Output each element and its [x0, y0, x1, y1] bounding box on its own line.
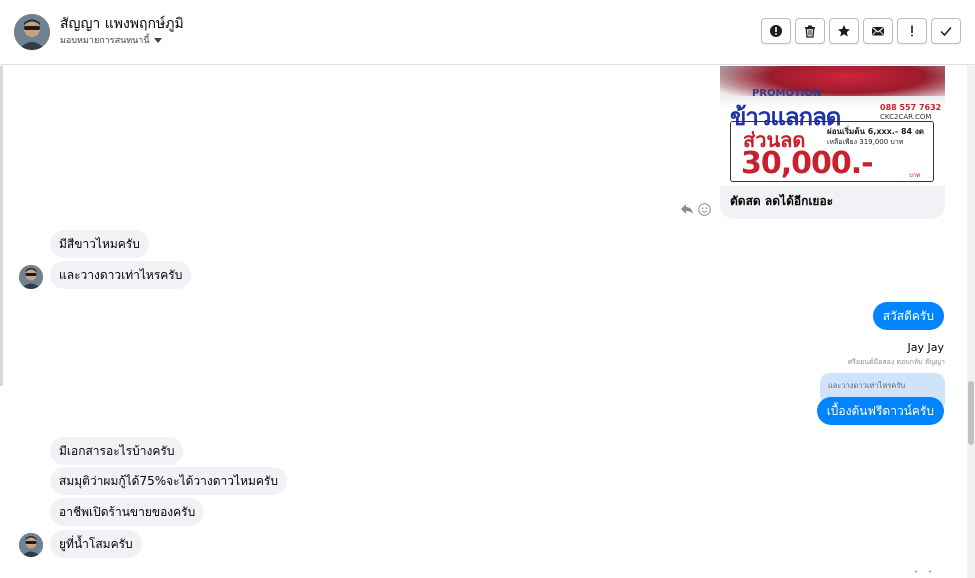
promo-website: CKC2CAR.COM: [880, 113, 932, 121]
promo-amount: 30,000.-: [741, 146, 874, 181]
promo-phone: 088 557 7632: [880, 103, 942, 112]
promo-unit: บาท: [909, 172, 921, 179]
contact-avatar-small: [19, 533, 43, 557]
message-scrollbar[interactable]: [967, 66, 975, 578]
mark-unread-button[interactable]: [863, 18, 893, 44]
left-divider: [0, 66, 3, 386]
exclamation-icon: [911, 25, 913, 37]
alert-button[interactable]: [761, 18, 791, 44]
incoming-message[interactable]: สมมุติว่าผมกู้ได้75%จะได้วางดาวไหมครับ: [50, 467, 287, 495]
conversation-header: สัญญา แพงพฤกษ์ภูมิ มอบหมายการสนทนานี้: [0, 0, 975, 65]
reply-sender-name: Jay Jay: [907, 341, 945, 354]
reply-note: ศรีอยนต์มือสอง ตอบกลับ สัญญา: [847, 358, 945, 366]
assign-label: มอบหมายการสนทนานี้: [60, 36, 150, 46]
trash-icon: [805, 25, 815, 38]
reply-icon[interactable]: [680, 203, 694, 215]
contact-name: สัญญา แพงพฤกษ์ภูมิ: [60, 16, 184, 32]
promo-caption: ตัดสด ลดได้อีกเยอะ: [730, 194, 834, 208]
done-button[interactable]: [931, 18, 961, 44]
reply-message[interactable]: เบื้องต้นฟรีดาวน์ครับ: [816, 397, 944, 425]
incoming-message[interactable]: อาชีพเปิดร้านขายของครับ: [50, 498, 205, 526]
contact-avatar-small: [19, 265, 43, 289]
scrollbar-thumb[interactable]: [968, 381, 974, 445]
assign-conversation[interactable]: มอบหมายการสนทนานี้: [60, 33, 162, 47]
conversation-toolbar: [761, 18, 961, 44]
outgoing-message[interactable]: สวัสดีครับ: [872, 302, 944, 330]
seen-marker-icon: [915, 570, 931, 573]
promo-discount-box: ส่วนลด ผ่อนเริ่มต้น 6,xxx.- 84 งด เหลือเ…: [730, 121, 934, 182]
incoming-message[interactable]: ยูที่น้ำโสมครับ: [50, 530, 142, 558]
promo-image-message[interactable]: PROMOTION ข้าวแลกลด 088 557 7632 CKC2CAR…: [720, 66, 945, 219]
check-icon: [940, 27, 952, 37]
spam-button[interactable]: [897, 18, 927, 44]
incoming-message[interactable]: มีสีขาวไหมครับ: [50, 230, 149, 258]
alert-circle-icon: [770, 25, 782, 37]
star-icon: [838, 25, 850, 37]
incoming-message[interactable]: มีเอกสารอะไรบ้างครับ: [50, 437, 184, 465]
star-button[interactable]: [829, 18, 859, 44]
incoming-message[interactable]: และวางดาวเท่าไหรครับ: [50, 261, 192, 289]
envelope-icon: [872, 27, 884, 36]
caret-down-icon: [153, 37, 162, 43]
delete-button[interactable]: [795, 18, 825, 44]
promo-image[interactable]: PROMOTION ข้าวแลกลด 088 557 7632 CKC2CAR…: [720, 66, 945, 186]
contact-avatar[interactable]: [14, 14, 50, 50]
react-icon[interactable]: [698, 203, 711, 216]
